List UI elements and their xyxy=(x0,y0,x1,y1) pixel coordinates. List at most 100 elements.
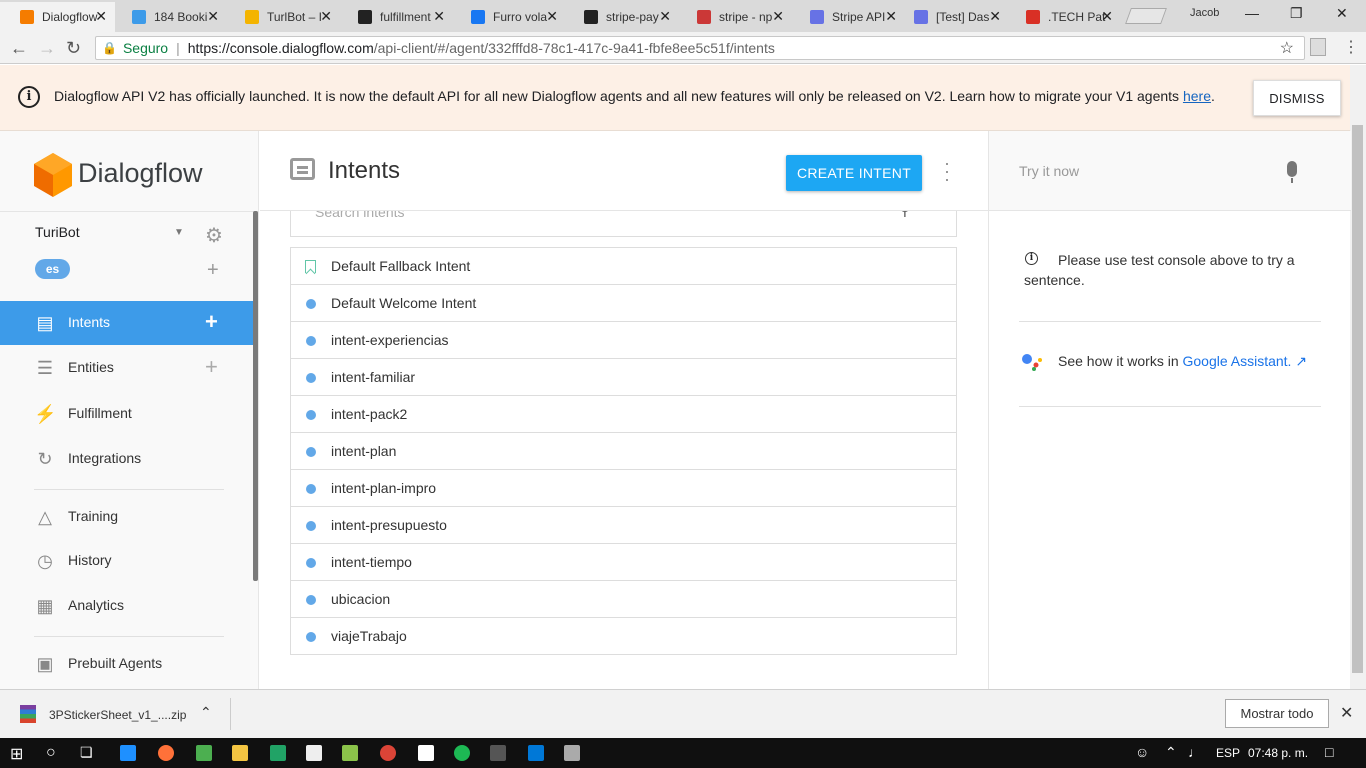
sidebar-scrollbar[interactable] xyxy=(253,211,258,581)
reload-icon[interactable]: ↻ xyxy=(66,38,81,59)
browser-tab[interactable]: Furro vola ✕ xyxy=(451,2,566,32)
edge-icon[interactable] xyxy=(120,745,136,761)
intent-name[interactable]: intent-familiar xyxy=(331,369,415,385)
try-it-now-field[interactable]: Try it now xyxy=(989,131,1351,211)
intent-row[interactable]: Default Welcome Intent xyxy=(291,285,956,322)
external-link-icon[interactable]: ↗ xyxy=(1295,353,1307,369)
add-entity-icon[interactable]: + xyxy=(205,354,218,380)
intent-name[interactable]: intent-experiencias xyxy=(331,332,449,348)
sticky-notes-icon[interactable] xyxy=(418,745,434,761)
sidebar-item-training[interactable]: △ Training xyxy=(0,495,255,539)
close-download-bar-icon[interactable]: ✕ xyxy=(1340,703,1353,723)
intent-row[interactable]: ubicacion xyxy=(291,581,956,618)
excel-icon[interactable] xyxy=(270,745,286,761)
add-language-icon[interactable]: + xyxy=(207,259,219,282)
intent-name[interactable]: Default Welcome Intent xyxy=(331,295,476,311)
notifications-icon[interactable]: □ xyxy=(1325,744,1333,760)
caret-down-icon[interactable]: ▼ xyxy=(174,227,184,238)
tool-icon[interactable] xyxy=(564,745,580,761)
tab-close-icon[interactable]: ✕ xyxy=(95,8,107,25)
tab-close-icon[interactable]: ✕ xyxy=(659,8,671,25)
input-language[interactable]: ESP xyxy=(1216,746,1240,760)
sidebar-item-fulfillment[interactable]: ⚡ Fulfillment xyxy=(0,392,255,436)
intent-name[interactable]: intent-plan-impro xyxy=(331,480,436,496)
intent-name[interactable]: intent-pack2 xyxy=(331,406,407,422)
tray-chevron-icon[interactable]: ⌃ xyxy=(1165,744,1177,761)
intent-name[interactable]: ubicacion xyxy=(331,591,390,607)
add-intent-icon[interactable]: + xyxy=(205,309,218,335)
browser-tab[interactable]: [Test] Das ✕ xyxy=(894,2,1009,32)
browser-menu-icon[interactable]: ⋮ xyxy=(1343,37,1359,57)
photos-icon[interactable] xyxy=(196,745,212,761)
browser-tab[interactable]: TurlBot – I ✕ xyxy=(225,2,340,32)
sidebar-item-analytics[interactable]: ▦ Analytics xyxy=(0,584,255,628)
android-icon[interactable] xyxy=(342,745,358,761)
browser-tab[interactable]: stripe-pay ✕ xyxy=(564,2,679,32)
chrome-icon[interactable] xyxy=(380,745,396,761)
browser-tab[interactable]: .TECH Pat ✕ xyxy=(1006,2,1121,32)
banner-migrate-link[interactable]: here xyxy=(1183,88,1211,104)
volume-muted-icon[interactable]: ♩ xyxy=(1188,744,1202,760)
file-explorer-icon[interactable] xyxy=(232,745,248,761)
intent-row[interactable]: intent-experiencias xyxy=(291,322,956,359)
intent-row[interactable]: intent-plan-impro xyxy=(291,470,956,507)
more-options-icon[interactable]: · · · xyxy=(944,154,950,188)
tab-close-icon[interactable]: ✕ xyxy=(772,8,784,25)
intent-row[interactable]: Default Fallback Intent xyxy=(291,248,956,285)
create-intent-button[interactable]: CREATE INTENT xyxy=(786,155,922,191)
language-badge[interactable]: es xyxy=(35,259,70,279)
tab-close-icon[interactable]: ✕ xyxy=(546,8,558,25)
intent-row[interactable]: intent-plan xyxy=(291,433,956,470)
new-tab-button[interactable] xyxy=(1125,8,1167,24)
extension-icon[interactable] xyxy=(1310,38,1326,56)
browser-tab[interactable]: Dialogflow ✕ xyxy=(0,2,115,32)
maximize-icon[interactable]: ❐ xyxy=(1290,5,1303,22)
browser-tab[interactable]: stripe - np ✕ xyxy=(677,2,792,32)
intent-row[interactable]: intent-tiempo xyxy=(291,544,956,581)
address-bar[interactable]: 🔒 Seguro | https://console.dialogflow.co… xyxy=(95,36,1305,60)
tab-close-icon[interactable]: ✕ xyxy=(1101,8,1113,25)
firefox-icon[interactable] xyxy=(158,745,174,761)
tab-close-icon[interactable]: ✕ xyxy=(320,8,332,25)
terminal-icon[interactable] xyxy=(490,745,506,761)
sidebar-item-prebuilt-agents[interactable]: ▣ Prebuilt Agents xyxy=(0,642,255,686)
clock[interactable]: 07:48 p. m. xyxy=(1248,746,1308,760)
show-all-downloads-button[interactable]: Mostrar todo xyxy=(1225,699,1329,728)
notepad-icon[interactable] xyxy=(306,745,322,761)
browser-tab[interactable]: Stripe API ✕ xyxy=(790,2,905,32)
people-icon[interactable]: ☺ xyxy=(1135,744,1149,760)
sidebar-item-intents[interactable]: ▤ Intents + xyxy=(0,301,255,345)
intent-row[interactable]: intent-pack2 xyxy=(291,396,956,433)
cortana-icon[interactable]: ○ xyxy=(46,744,56,762)
download-filename[interactable]: 3PStickerSheet_v1_....zip xyxy=(49,708,186,722)
minimize-icon[interactable]: — xyxy=(1245,5,1259,21)
sidebar-item-history[interactable]: ◷ History xyxy=(0,539,255,583)
browser-profile-button[interactable]: Jacob xyxy=(1190,7,1219,19)
intent-row[interactable]: intent-presupuesto xyxy=(291,507,956,544)
google-assistant-link[interactable]: Google Assistant. xyxy=(1183,353,1292,369)
tab-close-icon[interactable]: ✕ xyxy=(433,8,445,25)
browser-tab[interactable]: 184 Booki ✕ xyxy=(112,2,227,32)
intent-name[interactable]: intent-tiempo xyxy=(331,554,412,570)
chevron-up-icon[interactable]: ⌃ xyxy=(200,704,212,721)
sidebar-item-entities[interactable]: ☰ Entities + xyxy=(0,346,255,390)
dismiss-button[interactable]: DISMISS xyxy=(1253,80,1341,116)
intent-name[interactable]: intent-plan xyxy=(331,443,396,459)
sidebar-item-integrations[interactable]: ↻ Integrations xyxy=(0,437,255,481)
intent-name[interactable]: viajeTrabajo xyxy=(331,628,407,644)
back-icon[interactable]: ← xyxy=(10,38,28,59)
bookmark-star-icon[interactable]: ☆ xyxy=(1280,38,1294,58)
tab-close-icon[interactable]: ✕ xyxy=(989,8,1001,25)
windows-start-icon[interactable]: ⊞ xyxy=(10,744,23,764)
gear-icon[interactable]: ⚙ xyxy=(205,223,223,248)
task-view-icon[interactable]: ❏ xyxy=(80,744,93,761)
intent-name[interactable]: intent-presupuesto xyxy=(331,517,447,533)
tab-close-icon[interactable]: ✕ xyxy=(207,8,219,25)
intent-name[interactable]: Default Fallback Intent xyxy=(331,258,470,274)
browser-tab[interactable]: fulfillment ✕ xyxy=(338,2,453,32)
page-scrollbar-thumb[interactable] xyxy=(1352,125,1363,673)
intent-row[interactable]: viajeTrabajo xyxy=(291,618,956,655)
spotify-icon[interactable] xyxy=(454,745,470,761)
window-close-icon[interactable]: ✕ xyxy=(1336,5,1348,22)
intent-row[interactable]: intent-familiar xyxy=(291,359,956,396)
